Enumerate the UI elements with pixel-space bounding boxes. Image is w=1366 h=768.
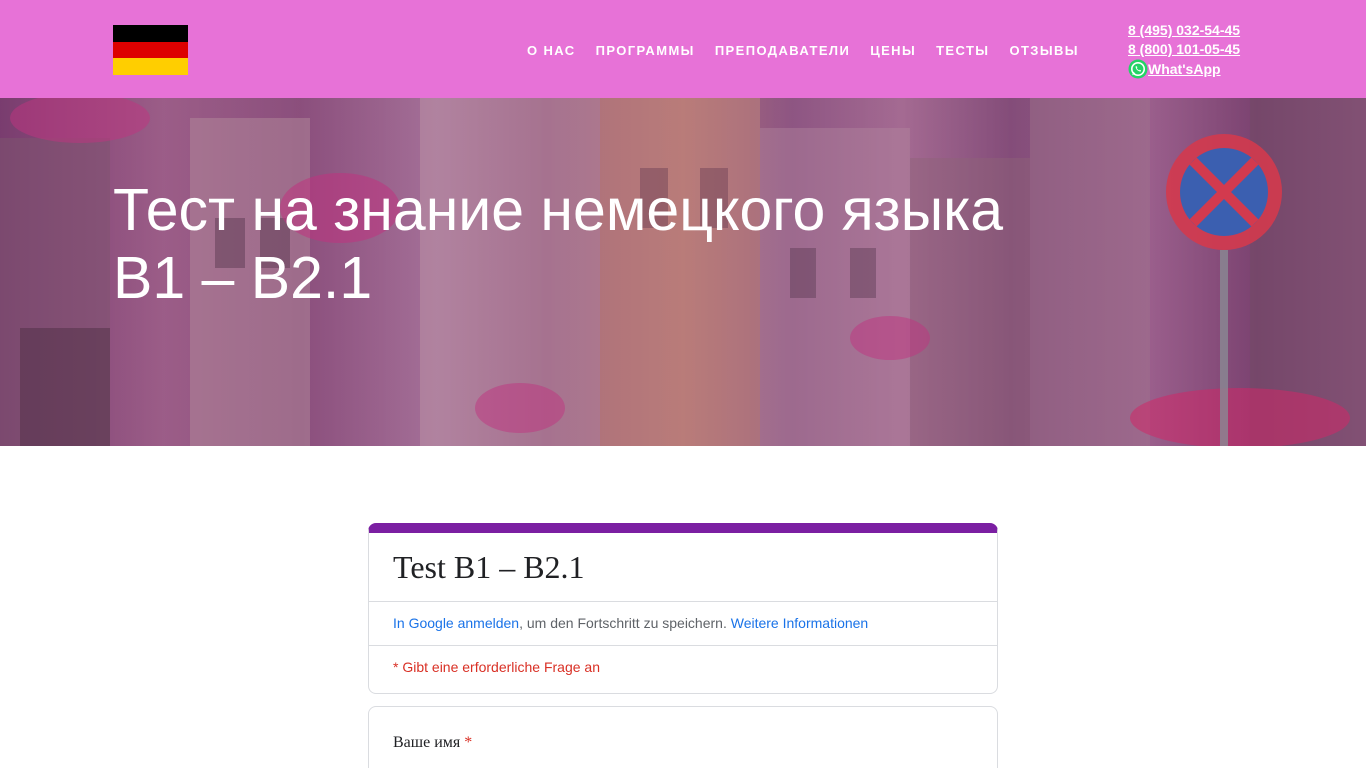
hero-title-line2: B1 – B2.1	[113, 245, 373, 311]
divider	[369, 601, 997, 602]
hero-title-line1: Тест на знание немецкого языка	[113, 177, 1004, 243]
required-note: * Gibt eine erforderliche Frage an	[393, 659, 600, 675]
google-signin-link[interactable]: In Google anmelden	[393, 615, 519, 631]
question-text: Ваше имя	[393, 734, 461, 751]
whatsapp-row: What'sApp	[1128, 59, 1258, 79]
divider	[369, 645, 997, 646]
form-title: Test B1 – B2.1	[393, 549, 585, 585]
german-flag-logo[interactable]	[113, 25, 188, 76]
nav-prices[interactable]: ЦЕНЫ	[870, 43, 916, 58]
nav-teachers[interactable]: ПРЕПОДАВАТЕЛИ	[715, 43, 850, 58]
site-header: О НАС ПРОГРАММЫ ПРЕПОДАВАТЕЛИ ЦЕНЫ ТЕСТЫ…	[0, 0, 1366, 98]
question-label: Ваше имя *	[393, 734, 472, 752]
phone-moscow-link[interactable]: 8 (495) 032-54-45	[1128, 21, 1258, 40]
flag-stripe-red	[113, 41, 188, 59]
whatsapp-link[interactable]: What'sApp	[1148, 60, 1221, 79]
question-card-name: Ваше имя *	[368, 706, 998, 768]
main-nav: О НАС ПРОГРАММЫ ПРЕПОДАВАТЕЛИ ЦЕНЫ ТЕСТЫ…	[517, 40, 1089, 60]
hero-title: Тест на знание немецкого языка B1 – B2.1	[113, 176, 1073, 312]
form-header-card: Test B1 – B2.1 In Google anmelden, um de…	[368, 523, 998, 694]
required-star: *	[464, 734, 473, 751]
phone-free-link[interactable]: 8 (800) 101-05-45	[1128, 40, 1258, 59]
signin-notice: In Google anmelden, um den Fortschritt z…	[393, 615, 868, 631]
nav-about[interactable]: О НАС	[527, 43, 576, 58]
nav-reviews[interactable]: ОТЗЫВЫ	[1009, 43, 1078, 58]
hero-banner: Тест на знание немецкого языка B1 – B2.1	[0, 98, 1366, 446]
flag-stripe-black	[113, 25, 188, 42]
more-info-link[interactable]: Weitere Informationen	[731, 615, 868, 631]
nav-tests[interactable]: ТЕСТЫ	[936, 43, 989, 58]
signin-text: , um den Fortschritt zu speichern.	[519, 615, 731, 631]
nav-programs[interactable]: ПРОГРАММЫ	[596, 43, 695, 58]
flag-stripe-gold	[113, 58, 188, 76]
whatsapp-icon[interactable]	[1128, 59, 1148, 79]
contacts: 8 (495) 032-54-45 8 (800) 101-05-45 What…	[1128, 21, 1258, 79]
